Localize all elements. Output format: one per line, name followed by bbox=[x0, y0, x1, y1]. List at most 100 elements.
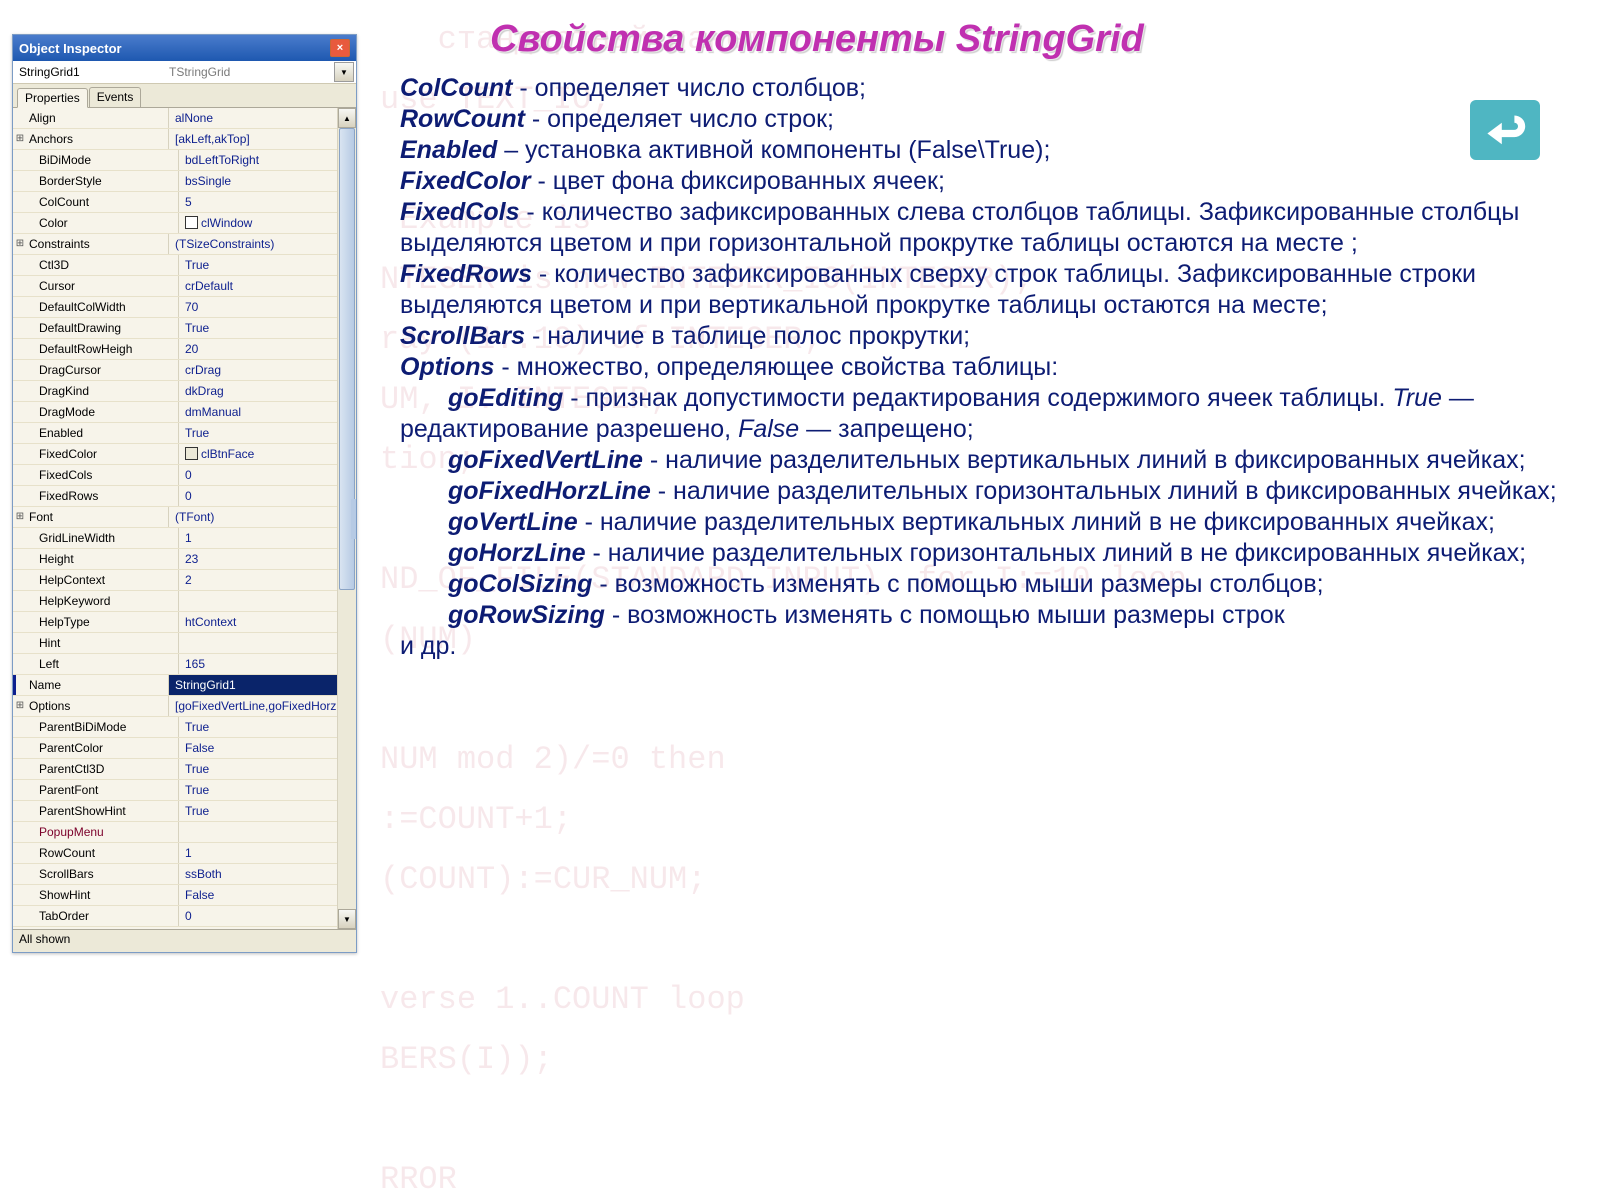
tab-properties[interactable]: Properties bbox=[17, 88, 88, 108]
property-value[interactable]: True bbox=[179, 318, 356, 338]
property-row[interactable]: FixedCols0 bbox=[13, 465, 356, 486]
property-row[interactable]: FixedRows0 bbox=[13, 486, 356, 507]
scroll-up-icon[interactable]: ▲ bbox=[338, 108, 356, 128]
property-row[interactable]: ShowHintFalse bbox=[13, 885, 356, 906]
property-value[interactable]: (TFont) bbox=[169, 507, 356, 527]
property-row[interactable]: ParentBiDiModeTrue bbox=[13, 717, 356, 738]
tab-events[interactable]: Events bbox=[89, 87, 142, 107]
property-value[interactable]: StringGrid1 bbox=[169, 675, 356, 695]
property-row[interactable]: EnabledTrue bbox=[13, 423, 356, 444]
property-row[interactable]: TabOrder0 bbox=[13, 906, 356, 927]
property-value[interactable]: True bbox=[179, 759, 356, 779]
property-row[interactable]: CursorcrDefault bbox=[13, 276, 356, 297]
property-row[interactable]: NameStringGrid1 bbox=[13, 675, 356, 696]
property-value[interactable]: False bbox=[179, 885, 356, 905]
property-row[interactable]: ColCount5 bbox=[13, 192, 356, 213]
property-row[interactable]: PopupMenu bbox=[13, 822, 356, 843]
property-value[interactable]: 70 bbox=[179, 297, 356, 317]
property-value[interactable]: 1 bbox=[179, 528, 356, 548]
property-value[interactable] bbox=[179, 633, 356, 653]
property-row[interactable]: FixedColorclBtnFace bbox=[13, 444, 356, 465]
property-value[interactable]: 0 bbox=[179, 465, 356, 485]
property-value[interactable]: True bbox=[179, 423, 356, 443]
property-value[interactable]: dmManual bbox=[179, 402, 356, 422]
return-arrow-icon bbox=[1482, 111, 1528, 149]
property-row[interactable]: DragModedmManual bbox=[13, 402, 356, 423]
inspector-titlebar[interactable]: Object Inspector × bbox=[13, 35, 356, 61]
property-row[interactable]: ParentCtl3DTrue bbox=[13, 759, 356, 780]
property-row[interactable]: Constraints(TSizeConstraints) bbox=[13, 234, 356, 255]
property-row[interactable]: DefaultRowHeigh20 bbox=[13, 339, 356, 360]
property-row[interactable]: Anchors[akLeft,akTop] bbox=[13, 129, 356, 150]
property-value[interactable]: alNone bbox=[169, 108, 356, 128]
property-value[interactable]: clWindow bbox=[179, 213, 356, 233]
kw-gocolsizing: goColSizing bbox=[448, 570, 592, 598]
property-row[interactable]: ParentColorFalse bbox=[13, 738, 356, 759]
property-row[interactable]: DefaultColWidth70 bbox=[13, 297, 356, 318]
property-label: BiDiMode bbox=[13, 150, 179, 170]
property-value[interactable]: False bbox=[179, 738, 356, 758]
property-value[interactable]: (TSizeConstraints) bbox=[169, 234, 356, 254]
property-row[interactable]: BorderStylebsSingle bbox=[13, 171, 356, 192]
property-row[interactable]: GridLineWidth1 bbox=[13, 528, 356, 549]
component-selector[interactable]: StringGrid1 TStringGrid ▼ bbox=[13, 61, 356, 84]
property-value[interactable]: 0 bbox=[179, 486, 356, 506]
property-value[interactable]: True bbox=[179, 801, 356, 821]
property-value[interactable]: clBtnFace bbox=[179, 444, 356, 464]
property-row[interactable]: HelpContext2 bbox=[13, 570, 356, 591]
property-row[interactable]: HelpKeyword bbox=[13, 591, 356, 612]
property-value[interactable]: bdLeftToRight bbox=[179, 150, 356, 170]
property-value[interactable]: 1 bbox=[179, 843, 356, 863]
property-row[interactable]: RowCount1 bbox=[13, 843, 356, 864]
property-value[interactable]: ssBoth bbox=[179, 864, 356, 884]
property-row[interactable]: Hint bbox=[13, 633, 356, 654]
property-value[interactable]: dkDrag bbox=[179, 381, 356, 401]
property-row[interactable]: BiDiModebdLeftToRight bbox=[13, 150, 356, 171]
property-value[interactable]: [akLeft,akTop] bbox=[169, 129, 356, 149]
inspector-tabs: Properties Events bbox=[13, 84, 356, 108]
property-label: Hint bbox=[13, 633, 179, 653]
property-label: FixedColor bbox=[13, 444, 179, 464]
property-row[interactable]: Height23 bbox=[13, 549, 356, 570]
close-icon[interactable]: × bbox=[330, 39, 350, 57]
properties-grid[interactable]: AlignalNoneAnchors[akLeft,akTop]BiDiMode… bbox=[13, 108, 356, 929]
property-row[interactable]: DragKinddkDrag bbox=[13, 381, 356, 402]
property-row[interactable]: ParentShowHintTrue bbox=[13, 801, 356, 822]
property-value[interactable]: 23 bbox=[179, 549, 356, 569]
property-value[interactable] bbox=[179, 591, 356, 611]
property-value[interactable]: 0 bbox=[179, 906, 356, 926]
property-row[interactable]: Ctl3DTrue bbox=[13, 255, 356, 276]
property-value[interactable]: [goFixedVertLine,goFixedHorz bbox=[169, 696, 356, 716]
property-value[interactable]: 2 bbox=[179, 570, 356, 590]
return-button[interactable] bbox=[1470, 100, 1540, 160]
property-value[interactable]: True bbox=[179, 717, 356, 737]
property-row[interactable]: Left165 bbox=[13, 654, 356, 675]
property-row[interactable]: HelpTypehtContext bbox=[13, 612, 356, 633]
resize-handle[interactable] bbox=[351, 499, 356, 539]
chevron-down-icon[interactable]: ▼ bbox=[334, 62, 354, 82]
property-row[interactable]: ParentFontTrue bbox=[13, 780, 356, 801]
property-value[interactable]: 5 bbox=[179, 192, 356, 212]
property-value[interactable]: crDefault bbox=[179, 276, 356, 296]
property-label: DefaultRowHeigh bbox=[13, 339, 179, 359]
property-row[interactable]: DragCursorcrDrag bbox=[13, 360, 356, 381]
property-value[interactable] bbox=[179, 822, 356, 842]
property-value[interactable]: crDrag bbox=[179, 360, 356, 380]
property-value[interactable]: 20 bbox=[179, 339, 356, 359]
property-row[interactable]: DefaultDrawingTrue bbox=[13, 318, 356, 339]
property-label: HelpType bbox=[13, 612, 179, 632]
property-row[interactable]: Options[goFixedVertLine,goFixedHorz bbox=[13, 696, 356, 717]
property-value[interactable]: bsSingle bbox=[179, 171, 356, 191]
kw-fixedcols: FixedCols bbox=[400, 198, 519, 226]
property-value[interactable]: htContext bbox=[179, 612, 356, 632]
property-label: PopupMenu bbox=[13, 822, 179, 842]
property-value[interactable]: True bbox=[179, 780, 356, 800]
property-value[interactable]: True bbox=[179, 255, 356, 275]
property-row[interactable]: AlignalNone bbox=[13, 108, 356, 129]
property-row[interactable]: ScrollBarsssBoth bbox=[13, 864, 356, 885]
property-row[interactable]: ColorclWindow bbox=[13, 213, 356, 234]
property-value[interactable]: 165 bbox=[179, 654, 356, 674]
scroll-down-icon[interactable]: ▼ bbox=[338, 909, 356, 929]
property-row[interactable]: Font(TFont) bbox=[13, 507, 356, 528]
property-label: ColCount bbox=[13, 192, 179, 212]
